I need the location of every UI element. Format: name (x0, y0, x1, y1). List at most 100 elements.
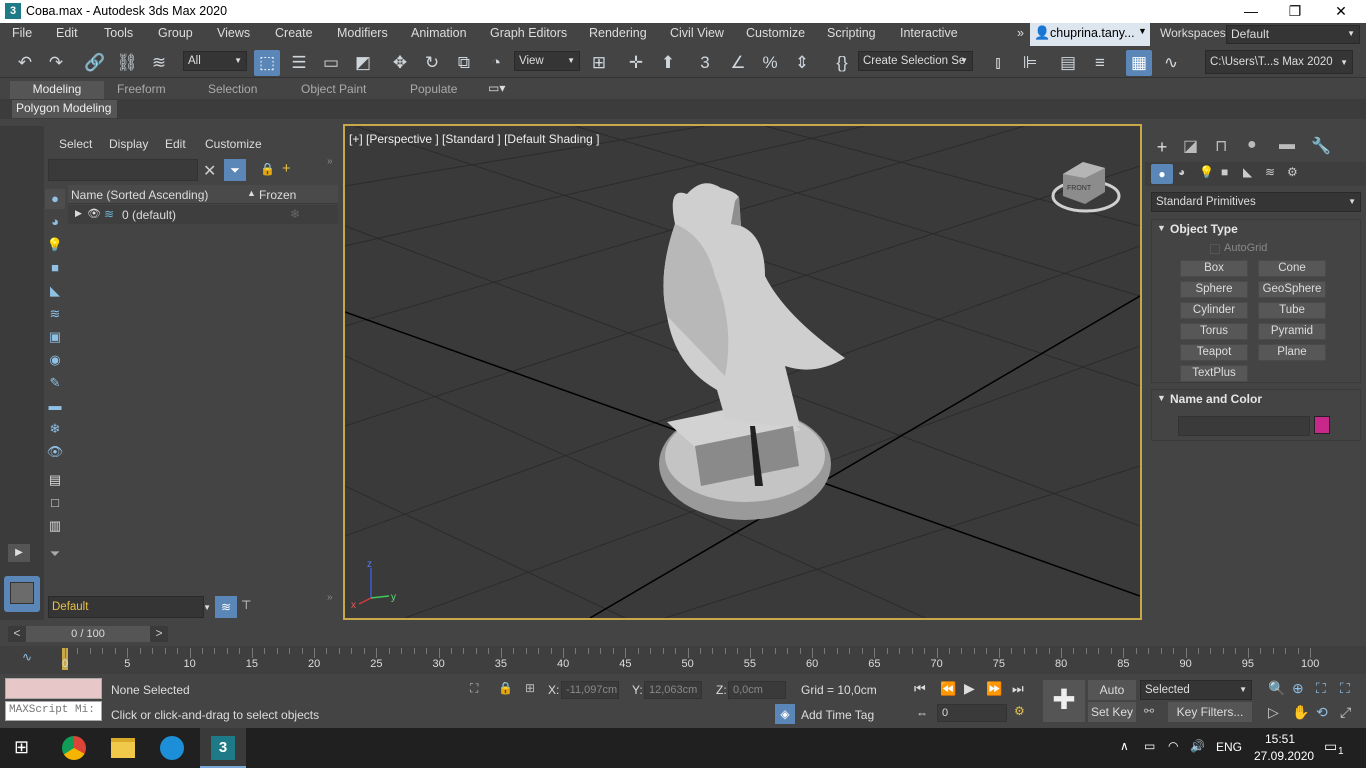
scene-menu-customize[interactable]: Customize (205, 137, 262, 151)
tab-object-paint[interactable]: Object Paint (301, 82, 366, 96)
modify-tab-icon[interactable]: ◪ (1183, 136, 1198, 156)
display-invert-icon[interactable]: ▥ (45, 516, 65, 536)
object-type-header[interactable]: Object Type (1170, 222, 1238, 236)
show-hidden-icons-icon[interactable]: ∧ (1120, 739, 1129, 753)
minimize-button[interactable]: — (1228, 0, 1274, 23)
time-slider-thumb[interactable]: 0 / 100 (26, 626, 150, 642)
autogrid-checkbox[interactable] (1210, 244, 1220, 254)
display-groups-icon[interactable]: ▣ (45, 327, 65, 347)
select-object-icon[interactable]: ⬚ (254, 50, 280, 76)
clock-time[interactable]: 15:51 (1265, 732, 1295, 746)
expand-panel-icon[interactable]: ▶ (8, 544, 30, 562)
set-key-button[interactable]: Set Key (1088, 702, 1136, 722)
viewcube[interactable]: FRONT (1051, 162, 1121, 213)
3dsmax-taskbar-button[interactable]: 3 (200, 728, 246, 768)
menu-graph-editors[interactable]: Graph Editors (490, 26, 567, 40)
project-folder-dropdown[interactable]: C:\Users\T...s Max 2020 ▼ (1205, 50, 1353, 74)
scale-icon[interactable]: ⧉ (451, 50, 477, 76)
window-crossing-icon[interactable]: ◩ (350, 50, 376, 76)
display-helpers-icon[interactable]: ◣ (45, 281, 65, 301)
named-selection-dropdown[interactable]: Create Selection Se ▼ (858, 51, 973, 71)
close-button[interactable]: ✕ (1318, 0, 1364, 23)
maximize-button[interactable]: ❐ (1272, 0, 1318, 23)
cameras-icon[interactable]: ■ (1221, 165, 1228, 179)
toggle-scene-explorer-icon[interactable]: ▤ (1055, 50, 1081, 76)
previous-key-icon[interactable]: ⏪ (940, 681, 956, 697)
mirror-icon[interactable]: ⫾ (985, 50, 1011, 76)
zoom-extents-all-icon[interactable]: ⛶ (1340, 680, 1350, 697)
move-icon[interactable]: ✥ (387, 50, 413, 76)
orbit-icon[interactable]: ⟲ (1316, 704, 1328, 721)
angle-snap-icon[interactable]: ∠ (725, 50, 751, 76)
teapot-button[interactable]: Teapot (1180, 344, 1248, 361)
menu-animation[interactable]: Animation (411, 26, 467, 40)
textplus-button[interactable]: TextPlus (1180, 365, 1248, 382)
table-row[interactable]: ▶ 👁 ≋ 0 (default) ❄ (68, 205, 338, 224)
utilities-tab-icon[interactable]: 🔧 (1311, 136, 1331, 156)
unlink-icon[interactable]: ⛓ (114, 50, 140, 76)
name-color-header[interactable]: Name and Color (1170, 392, 1262, 406)
cone-button[interactable]: Cone (1258, 260, 1326, 277)
auto-key-button[interactable]: Auto Key (1088, 680, 1136, 717)
toggle-ribbon-icon[interactable]: ▦ (1126, 50, 1152, 76)
display-containers-icon[interactable]: ▬ (45, 396, 65, 416)
rollout-collapse-icon[interactable]: ▼ (1157, 393, 1166, 403)
menu-rendering[interactable]: Rendering (589, 26, 647, 40)
menu-group[interactable]: Group (158, 26, 193, 40)
percent-snap-icon[interactable]: % (757, 50, 783, 76)
display-geometry-icon[interactable]: ● (45, 189, 65, 209)
maximize-viewport-icon[interactable]: ⤢ (1340, 704, 1351, 721)
menu-civil-view[interactable]: Civil View (670, 26, 724, 40)
hierarchy-tab-icon[interactable]: ⊓ (1215, 136, 1227, 156)
wifi-icon[interactable]: ◠ (1168, 739, 1178, 753)
viewport-label[interactable]: [+] [Perspective ] [Standard ] [Default … (349, 132, 599, 146)
menu-views[interactable]: Views (217, 26, 250, 40)
chrome-icon[interactable] (62, 736, 86, 760)
expand-icon[interactable]: ▶ (75, 208, 82, 219)
battery-icon[interactable]: ▭ (1144, 739, 1155, 753)
time-config-icon[interactable]: ⚙ (1014, 704, 1025, 718)
key-filters-button[interactable]: Key Filters... (1168, 702, 1252, 722)
prev-frame-button[interactable]: < (8, 626, 26, 642)
key-selection-dropdown[interactable]: Selected ▼ (1140, 680, 1252, 700)
display-spacewarps-icon[interactable]: ≋ (45, 304, 65, 324)
frozen-snowflake-icon[interactable]: ❄ (290, 207, 300, 221)
display-tab-icon[interactable]: ▬ (1279, 136, 1295, 154)
geometry-icon[interactable]: ● (1151, 164, 1173, 184)
display-lights-icon[interactable]: 💡 (45, 235, 65, 255)
systems-icon[interactable]: ⚙ (1287, 165, 1298, 179)
z-coordinate-field[interactable]: 0,0cm (728, 681, 786, 699)
field-of-view-icon[interactable]: ▷ (1268, 704, 1279, 721)
x-coordinate-field[interactable]: -11,097cm (561, 681, 619, 699)
curve-editor-mini-icon[interactable]: ∿ (22, 650, 32, 664)
align-icon[interactable]: ⊫ (1017, 50, 1043, 76)
select-manipulate-icon[interactable]: ✛ (623, 50, 649, 76)
object-name-input[interactable] (1178, 416, 1310, 436)
helpers-icon[interactable]: ◣ (1243, 165, 1252, 179)
link-icon[interactable]: 🔗 (82, 50, 108, 76)
layer-dropdown[interactable]: Default ▼ (48, 596, 211, 618)
reference-coordinate-dropdown[interactable]: View ▼ (514, 51, 580, 71)
polygon-modeling-panel[interactable]: Polygon Modeling (12, 100, 117, 118)
key-mode-icon[interactable]: ⇔ (916, 706, 928, 720)
scene-search-input[interactable] (48, 159, 198, 181)
tab-modeling[interactable]: Modeling (10, 81, 104, 99)
menu-tools[interactable]: Tools (104, 26, 133, 40)
bind-spacewarp-icon[interactable]: ≋ (146, 50, 172, 76)
selection-filter-dropdown[interactable]: All ▼ (183, 51, 247, 71)
track-bar[interactable]: ∿ 0 5 10 15 20 25 30 35 40 45 50 55 60 65 70 75 80 85 90 95… (0, 646, 1366, 674)
snap-3d-icon[interactable]: 3 (692, 50, 718, 76)
rotate-icon[interactable]: ↻ (419, 50, 445, 76)
undo-icon[interactable]: ↶ (12, 50, 38, 76)
absolute-mode-icon[interactable]: ⊞ (525, 681, 535, 695)
maxscript-listener-output[interactable] (5, 678, 102, 699)
add-time-tag-button[interactable]: Add Time Tag (801, 708, 874, 722)
display-bones-icon[interactable]: ✎ (45, 373, 65, 393)
select-by-name-icon[interactable]: ☰ (286, 50, 312, 76)
column-frozen-header[interactable]: Frozen (259, 188, 296, 202)
pan-view-icon[interactable]: ✋ (1292, 704, 1309, 721)
tab-freeform[interactable]: Freeform (117, 82, 166, 96)
language-indicator[interactable]: ENG (1216, 740, 1242, 754)
layer-explorer-icon[interactable]: ≋ (215, 596, 237, 618)
maxscript-input[interactable]: MAXScript Mi: (5, 701, 102, 721)
